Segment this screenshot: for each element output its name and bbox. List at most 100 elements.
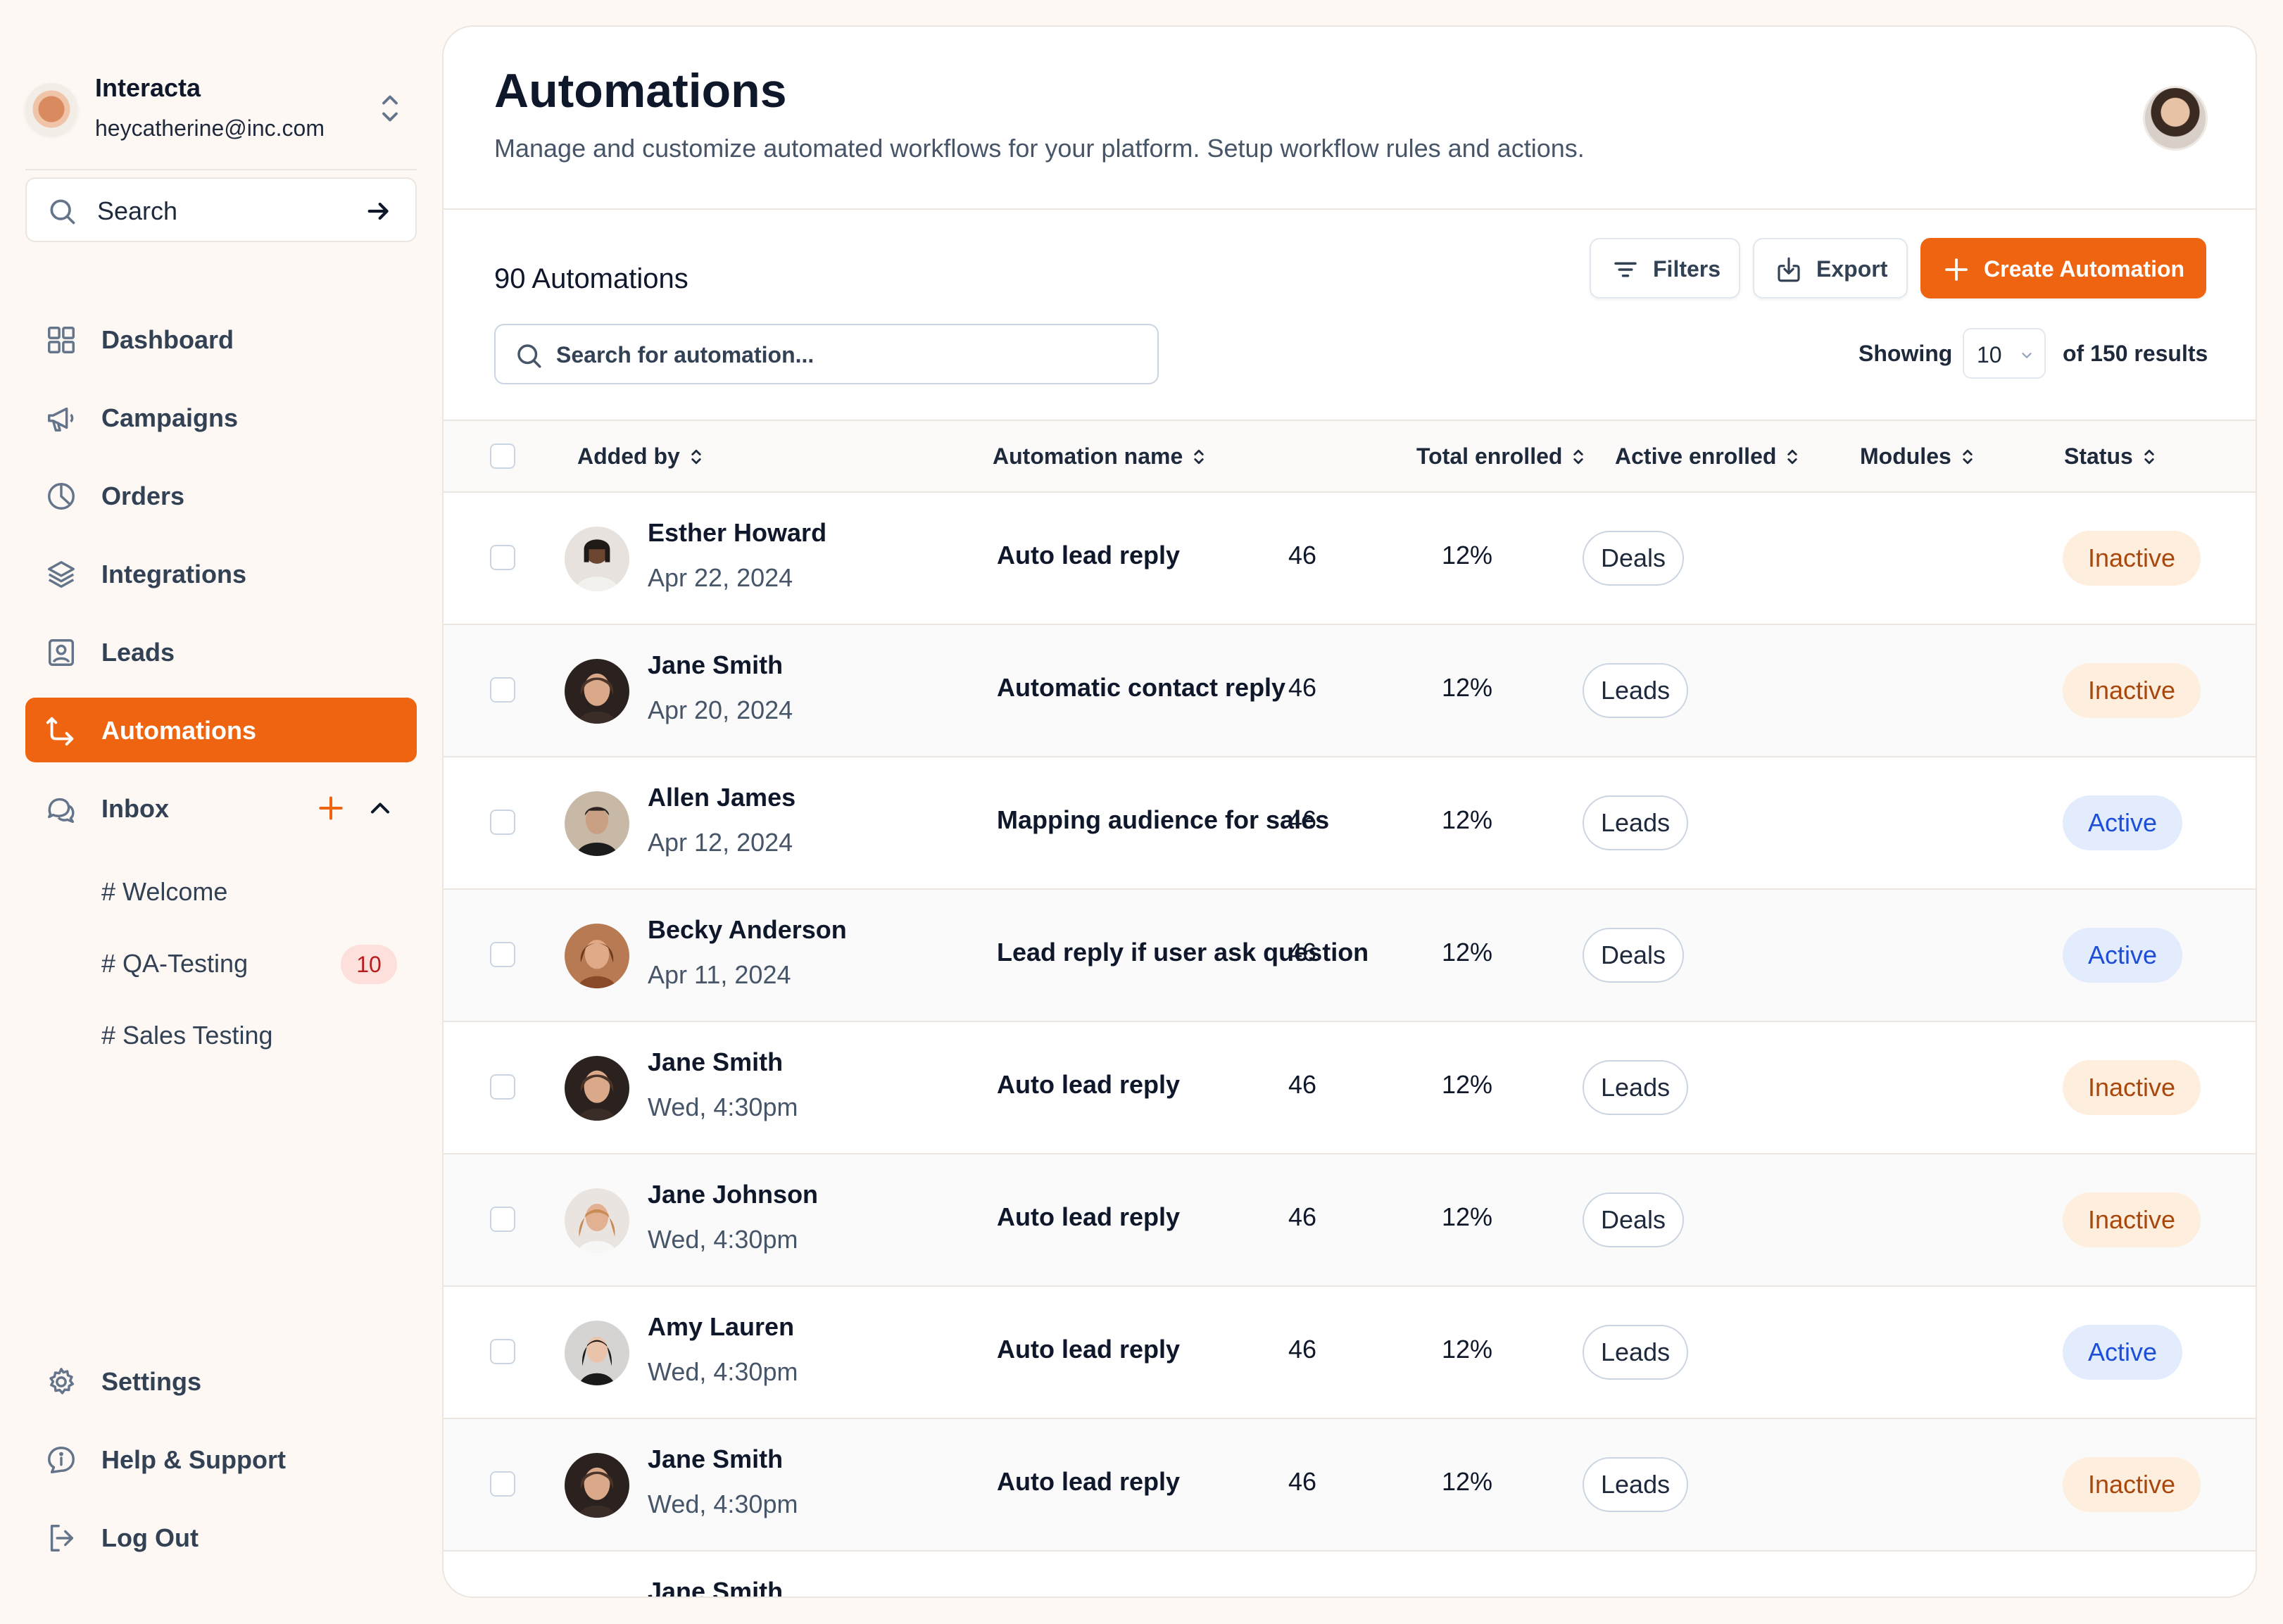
row-checkbox[interactable] [490,1339,515,1364]
row-checkbox[interactable] [490,545,515,570]
avatar [565,1321,629,1385]
module-badge: Leads [1583,1060,1689,1115]
filters-button[interactable]: Filters [1590,238,1740,298]
column-status[interactable]: Status [2064,443,2157,470]
chevron-updown-icon[interactable] [377,87,403,130]
gear-icon [49,1368,75,1395]
active-enrolled: 12% [1441,805,1493,834]
active-enrolled: 12% [1441,1202,1493,1231]
chevron-down-icon [2022,353,2032,358]
channel-label: # Sales Testing [101,1021,273,1050]
module-badge: Leads [1583,1325,1689,1380]
table-row[interactable]: Jane Smith Apr 20, 2024 Automatic contac… [444,625,2256,757]
automation-name: Auto lead reply [997,1202,1181,1231]
row-checkbox[interactable] [490,1471,515,1497]
sort-icon [1573,449,1584,465]
status-badge: Inactive [2063,1457,2201,1512]
sidebar-item-inbox[interactable]: Inbox [25,776,417,841]
sidebar-item-integrations[interactable]: Integrations [25,541,417,606]
table-row[interactable]: Jane Smith [444,1551,2256,1598]
automation-count: 90 Automations [494,263,688,294]
table-row[interactable]: Allen James Apr 12, 2024 Mapping audienc… [444,757,2256,890]
channel-welcome[interactable]: # Welcome [25,863,417,935]
row-checkbox[interactable] [490,942,515,967]
sidebar-item-orders[interactable]: Orders [25,463,417,528]
table-row[interactable]: Becky Anderson Apr 11, 2024 Lead reply i… [444,890,2256,1022]
row-checkbox[interactable] [490,1074,515,1100]
select-all-checkbox[interactable] [490,443,515,469]
column-added-by[interactable]: Added by [577,443,704,470]
added-date: Apr 11, 2024 [648,960,791,989]
column-active-enrolled[interactable]: Active enrolled [1615,443,1800,470]
sidebar-item-label: Integrations [101,560,247,588]
sidebar-item-label: Campaigns [101,403,239,432]
sidebar-item-label: Settings [101,1367,202,1396]
table-row[interactable]: Amy Lauren Wed, 4:30pm Auto lead reply 4… [444,1287,2256,1419]
row-checkbox[interactable] [490,677,515,703]
active-enrolled: 12% [1441,1467,1493,1496]
status-badge: Active [2063,795,2183,850]
page-size-select[interactable]: 10 [1963,328,2046,379]
active-enrolled: 12% [1441,1335,1493,1364]
search-icon [517,344,541,368]
workspace-switcher[interactable]: Interacta heycatherine@inc.com [25,53,417,141]
sidebar-item-dashboard[interactable]: Dashboard [25,307,417,372]
column-total-enrolled[interactable]: Total enrolled [1416,443,1586,470]
column-automation-name[interactable]: Automation name [993,443,1207,470]
column-label: Total enrolled [1416,443,1563,469]
table-row[interactable]: Jane Smith Wed, 4:30pm Auto lead reply 4… [444,1419,2256,1551]
search-icon [50,199,75,225]
added-by-name: Jane Smith [648,650,784,679]
create-automation-label: Create Automation [1984,256,2185,282]
channel-label: # Welcome [101,877,228,906]
added-by-name: Jane Smith [648,1047,784,1076]
added-by-name: Jane Smith [648,1577,784,1598]
sidebar-item-campaigns[interactable]: Campaigns [25,385,417,450]
added-date: Apr 20, 2024 [648,695,793,724]
inbox-actions [315,793,396,824]
sidebar-search-label: Search [97,196,178,225]
table-row[interactable]: Esther Howard Apr 22, 2024 Auto lead rep… [444,493,2256,625]
sidebar: Interacta heycatherine@inc.com Search Da… [25,25,417,1602]
channel-qa-testing[interactable]: # QA-Testing 10 [25,935,417,1007]
table-body: Esther Howard Apr 22, 2024 Auto lead rep… [444,493,2256,1598]
page-size-value: 10 [1977,342,2002,367]
sidebar-divider [25,169,417,170]
module-badge: Deals [1583,531,1685,586]
sort-icon [1787,449,1798,465]
sidebar-item-help[interactable]: Help & Support [25,1427,417,1492]
arrow-right-icon[interactable] [365,197,393,225]
table-header: Added by Automation name Total enrolled … [444,420,2256,493]
create-automation-button[interactable]: Create Automation [1920,238,2206,298]
row-checkbox[interactable] [490,810,515,835]
sidebar-nav: Dashboard Campaigns Orders Integrations … [25,307,417,854]
avatar[interactable] [2143,86,2208,151]
sidebar-item-leads[interactable]: Leads [25,619,417,684]
sidebar-item-settings[interactable]: Settings [25,1349,417,1414]
sidebar-item-automations[interactable]: Automations [25,698,417,762]
sidebar-item-label: Automations [101,716,256,745]
table-row[interactable]: Jane Smith Wed, 4:30pm Auto lead reply 4… [444,1022,2256,1154]
automation-search-placeholder: Search for automation... [556,342,815,367]
column-modules[interactable]: Modules [1860,443,1975,470]
header-divider [444,208,2256,210]
automation-name: Auto lead reply [997,541,1181,569]
sidebar-item-label: Leads [101,638,175,667]
sidebar-item-logout[interactable]: Log Out [25,1505,417,1570]
added-by-name: Esther Howard [648,518,827,547]
row-checkbox[interactable] [490,1207,515,1232]
plus-icon[interactable] [315,793,346,824]
export-button[interactable]: Export [1753,238,1908,298]
main-panel: Automations Manage and customize automat… [442,25,2257,1598]
added-date: Apr 22, 2024 [648,563,793,592]
sidebar-search[interactable]: Search [25,177,417,242]
automation-search-input[interactable]: Search for automation... [494,324,1159,384]
unread-badge: 10 [341,945,397,984]
results-label: of 150 results [2063,341,2208,366]
chevron-up-icon[interactable] [365,793,396,824]
table-row[interactable]: Jane Johnson Wed, 4:30pm Auto lead reply… [444,1154,2256,1287]
active-enrolled: 12% [1441,673,1493,702]
module-badge: Leads [1583,795,1689,850]
channel-sales-testing[interactable]: # Sales Testing [25,1007,417,1078]
added-by-name: Allen James [648,783,796,812]
